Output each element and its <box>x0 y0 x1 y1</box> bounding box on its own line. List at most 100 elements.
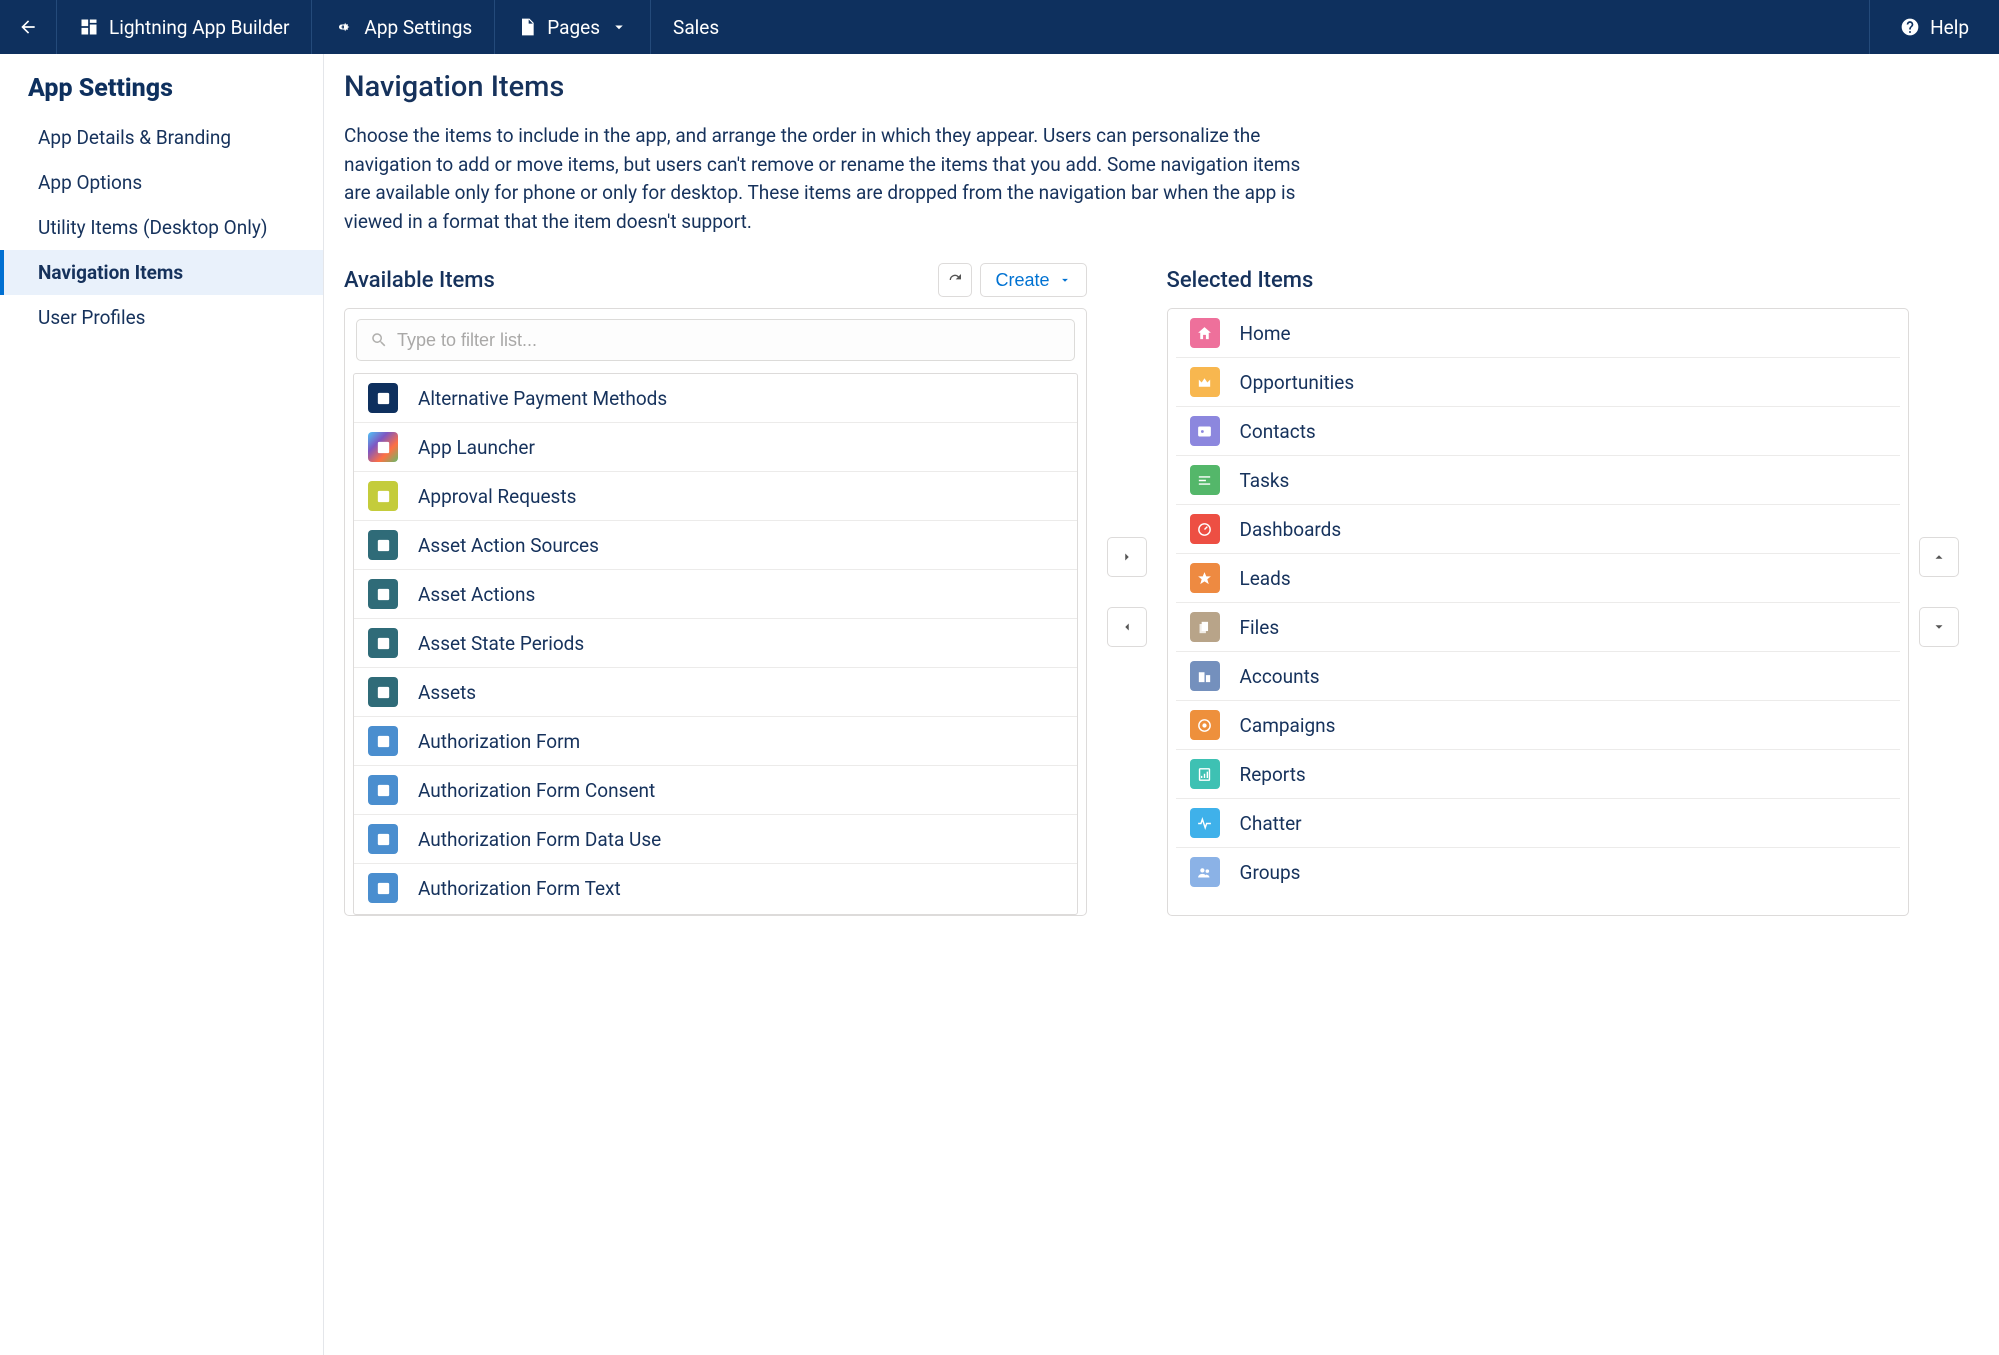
user-doc-icon <box>368 726 398 756</box>
app-title-segment[interactable]: Lightning App Builder <box>57 0 312 54</box>
list-item-label: Tasks <box>1240 469 1290 492</box>
available-listbox: Alternative Payment Methods App Launcher A… <box>344 308 1087 916</box>
page-title: Navigation Items <box>344 70 1969 104</box>
list-item[interactable]: Assets <box>354 668 1077 717</box>
move-right-button[interactable] <box>1107 537 1147 577</box>
list-item[interactable]: Authorization Form Text <box>354 864 1077 912</box>
help-link[interactable]: Help <box>1869 0 1999 54</box>
list-item[interactable]: Contacts <box>1176 407 1901 456</box>
page-description: Choose the items to include in the app, … <box>344 122 1304 236</box>
target-icon <box>1190 710 1220 740</box>
list-item[interactable]: Approval Requests <box>354 472 1077 521</box>
sidebar-item[interactable]: Utility Items (Desktop Only) <box>0 205 323 250</box>
building-icon <box>1190 661 1220 691</box>
asset-icon <box>368 677 398 707</box>
filter-input[interactable] <box>356 319 1075 361</box>
card-icon <box>1190 416 1220 446</box>
list-item-label: Reports <box>1240 763 1306 786</box>
available-column: Available Items Create <box>344 262 1087 916</box>
list-item-label: Alternative Payment Methods <box>418 387 667 410</box>
refresh-button[interactable] <box>938 263 972 297</box>
back-arrow-icon <box>18 17 38 37</box>
create-label: Create <box>995 270 1049 291</box>
move-left-button[interactable] <box>1107 607 1147 647</box>
pulse-icon <box>1190 808 1220 838</box>
home-icon <box>1190 318 1220 348</box>
asset-icon <box>368 628 398 658</box>
builder-icon <box>79 17 99 37</box>
list-item[interactable]: Asset Actions <box>354 570 1077 619</box>
list-item-label: Asset State Periods <box>418 632 584 655</box>
move-down-button[interactable] <box>1919 607 1959 647</box>
pages-label: Pages <box>547 16 600 39</box>
list-item-label: Groups <box>1240 861 1301 884</box>
caret-down-icon <box>1058 273 1072 287</box>
list-item-label: Accounts <box>1240 665 1320 688</box>
list-item[interactable]: Alternative Payment Methods <box>354 374 1077 423</box>
list-item[interactable]: Accounts <box>1176 652 1901 701</box>
triangle-down-icon <box>1932 620 1946 634</box>
report-icon <box>1190 759 1220 789</box>
check-icon <box>1190 465 1220 495</box>
list-item[interactable]: Home <box>1176 309 1901 358</box>
list-item-label: Campaigns <box>1240 714 1336 737</box>
list-item[interactable]: Campaigns <box>1176 701 1901 750</box>
apps-icon <box>368 432 398 462</box>
list-item-label: Authorization Form Consent <box>418 779 655 802</box>
triangle-up-icon <box>1932 550 1946 564</box>
list-item[interactable]: Asset State Periods <box>354 619 1077 668</box>
page-icon <box>517 17 537 37</box>
move-up-button[interactable] <box>1919 537 1959 577</box>
sidebar-item[interactable]: Navigation Items <box>0 250 323 295</box>
app-title: Lightning App Builder <box>109 16 289 39</box>
chevron-down-icon <box>610 18 628 36</box>
asset-icon <box>368 530 398 560</box>
app-settings-tab[interactable]: App Settings <box>312 0 495 54</box>
asset-icon <box>368 579 398 609</box>
document-icon <box>368 383 398 413</box>
list-item[interactable]: Leads <box>1176 554 1901 603</box>
list-item[interactable]: Chatter <box>1176 799 1901 848</box>
list-item[interactable]: Tasks <box>1176 456 1901 505</box>
star-icon <box>1190 563 1220 593</box>
user-doc-icon <box>368 873 398 903</box>
user-doc-icon <box>368 824 398 854</box>
list-item[interactable]: Reports <box>1176 750 1901 799</box>
list-item[interactable]: Groups <box>1176 848 1901 896</box>
list-item-label: Authorization Form Text <box>418 877 621 900</box>
list-item-label: Contacts <box>1240 420 1316 443</box>
sidebar-title: App Settings <box>0 68 323 115</box>
create-dropdown[interactable]: Create <box>980 263 1086 297</box>
list-item-label: App Launcher <box>418 436 535 459</box>
back-button[interactable] <box>0 0 57 54</box>
sidebar-item[interactable]: App Details & Branding <box>0 115 323 160</box>
move-buttons <box>1087 262 1167 647</box>
people-icon <box>1190 857 1220 887</box>
refresh-icon <box>947 272 963 288</box>
pages-dropdown[interactable]: Pages <box>495 0 651 54</box>
list-item[interactable]: Authorization Form Consent <box>354 766 1077 815</box>
list-item[interactable]: Authorization Form Data Use <box>354 815 1077 864</box>
list-item-label: Home <box>1240 322 1291 345</box>
list-item[interactable]: Files <box>1176 603 1901 652</box>
gear-icon <box>334 17 354 37</box>
list-item-label: Asset Action Sources <box>418 534 599 557</box>
list-item-label: Dashboards <box>1240 518 1342 541</box>
sidebar-item[interactable]: App Options <box>0 160 323 205</box>
sidebar-item[interactable]: User Profiles <box>0 295 323 340</box>
available-item-list[interactable]: Alternative Payment Methods App Launcher A… <box>353 373 1078 915</box>
help-label: Help <box>1930 16 1969 39</box>
list-item[interactable]: Opportunities <box>1176 358 1901 407</box>
selected-item-list[interactable]: Home Opportunities Contacts Tasks Dashboards… <box>1176 309 1901 915</box>
list-item-label: Authorization Form Data Use <box>418 828 661 851</box>
list-item[interactable]: App Launcher <box>354 423 1077 472</box>
reorder-buttons <box>1909 262 1969 647</box>
list-item-label: Leads <box>1240 567 1291 590</box>
list-item[interactable]: Dashboards <box>1176 505 1901 554</box>
selected-heading: Selected Items <box>1167 268 1314 293</box>
triangle-left-icon <box>1120 620 1134 634</box>
stamp-icon <box>368 481 398 511</box>
list-item[interactable]: Authorization Form <box>354 717 1077 766</box>
files-icon <box>1190 612 1220 642</box>
list-item[interactable]: Asset Action Sources <box>354 521 1077 570</box>
